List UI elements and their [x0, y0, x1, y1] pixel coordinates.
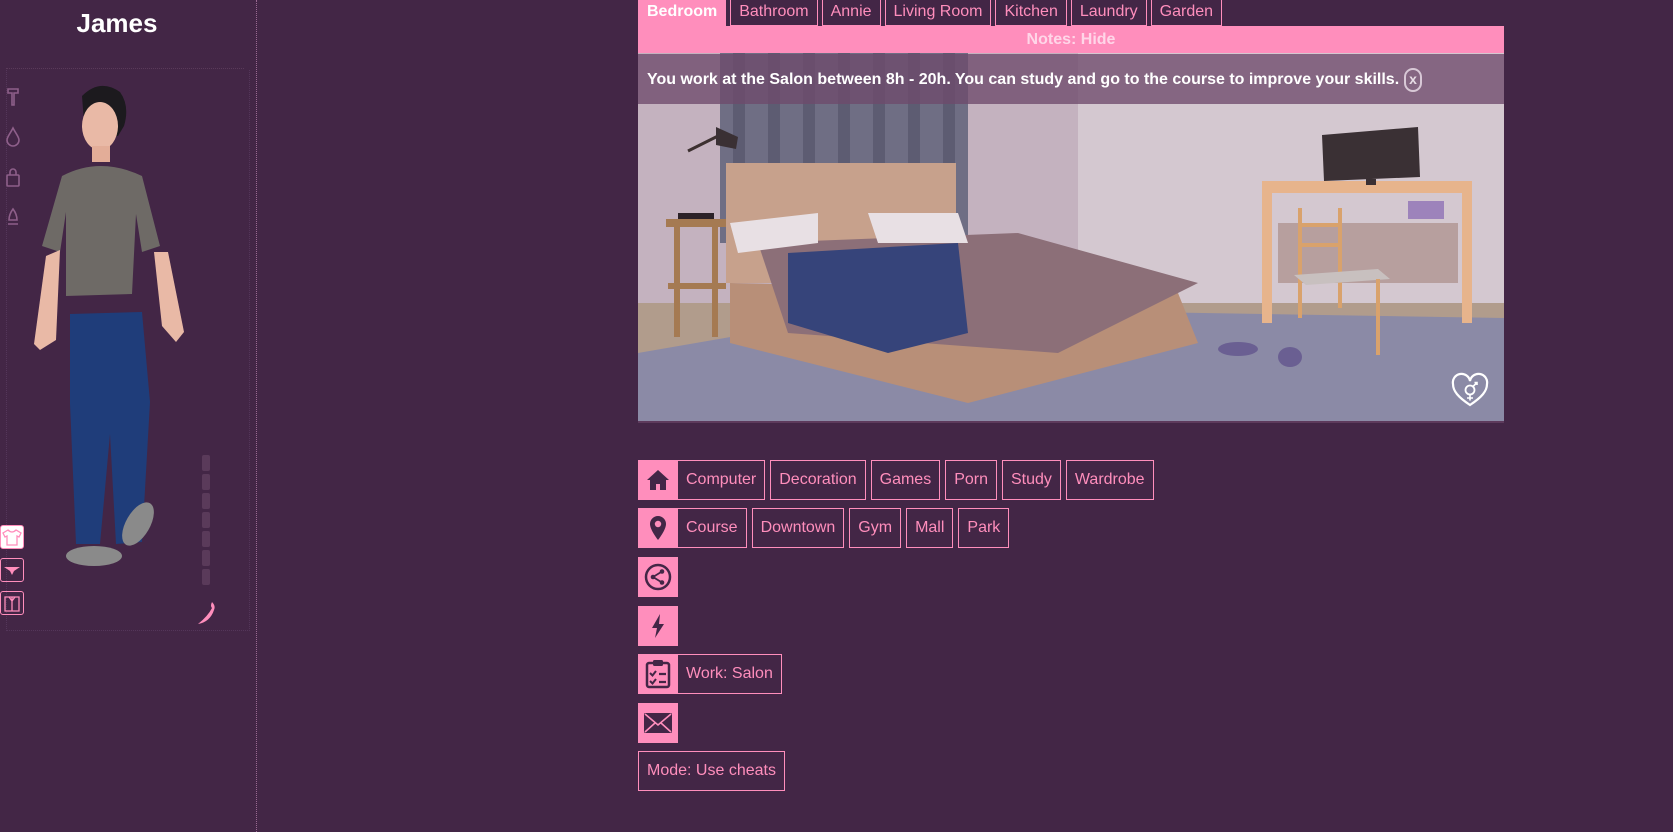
decoration-button[interactable]: Decoration [770, 460, 866, 500]
character-panel: James [0, 0, 256, 832]
info-notice: You work at the Salon between 8h - 20h. … [638, 54, 1504, 104]
share-icon[interactable] [638, 557, 678, 597]
stat-icons [2, 86, 24, 246]
porn-button[interactable]: Porn [945, 460, 997, 500]
arousal-segment [202, 474, 210, 490]
tab-bedroom[interactable]: Bedroom [638, 0, 727, 26]
razor-icon[interactable] [2, 86, 24, 108]
arousal-segment [202, 531, 210, 547]
work-row: Work: Salon [638, 654, 787, 694]
arousal-segment [202, 569, 210, 585]
arousal-segment [202, 493, 210, 509]
home-icon[interactable] [638, 460, 678, 500]
tab-annie[interactable]: Annie [821, 0, 881, 26]
gym-button[interactable]: Gym [849, 508, 902, 548]
location-tabs: Bedroom Bathroom Annie Living Room Kitch… [638, 0, 1226, 26]
tab-laundry[interactable]: Laundry [1070, 0, 1147, 26]
lightning-icon[interactable] [638, 606, 678, 646]
gender-heart-icon[interactable] [1450, 371, 1490, 411]
lock-icon[interactable] [2, 166, 24, 188]
character-name: James [76, 8, 158, 38]
wardrobe-icon[interactable] [0, 591, 24, 615]
mode-row: Mode: Use cheats [638, 751, 790, 791]
mode-cheats-button[interactable]: Mode: Use cheats [638, 751, 785, 791]
location-actions-row: Course Downtown Gym Mall Park [638, 508, 1014, 548]
drop-icon[interactable] [2, 126, 24, 148]
course-button[interactable]: Course [678, 508, 747, 548]
energy-row [638, 606, 678, 646]
scene-image [638, 53, 1504, 423]
arousal-meter [202, 455, 210, 595]
tab-kitchen[interactable]: Kitchen [995, 0, 1067, 26]
arousal-segment [202, 512, 210, 528]
tab-living-room[interactable]: Living Room [884, 0, 992, 26]
plug-icon[interactable] [2, 206, 24, 228]
clipboard-checklist-icon[interactable] [638, 654, 678, 694]
pepper-icon [198, 602, 215, 624]
wardrobe-button[interactable]: Wardrobe [1065, 460, 1154, 500]
clothing-controls [0, 525, 24, 624]
envelope-icon[interactable] [638, 703, 678, 743]
study-button[interactable]: Study [1002, 460, 1061, 500]
notice-close-button[interactable]: x [1404, 68, 1422, 92]
tab-garden[interactable]: Garden [1150, 0, 1223, 26]
shirt-icon[interactable] [0, 525, 24, 549]
park-button[interactable]: Park [958, 508, 1010, 548]
underwear-icon[interactable] [0, 558, 24, 582]
games-button[interactable]: Games [870, 460, 941, 500]
tab-bathroom[interactable]: Bathroom [730, 0, 818, 26]
work-salon-button[interactable]: Work: Salon [678, 654, 782, 694]
location-pin-icon[interactable] [638, 508, 678, 548]
panel-divider [256, 0, 257, 832]
social-row [638, 557, 678, 597]
mail-row [638, 703, 678, 743]
notice-text: You work at the Salon between 8h - 20h. … [647, 71, 1400, 88]
character-figure [34, 85, 184, 566]
computer-button[interactable]: Computer [678, 460, 766, 500]
name-divider [6, 68, 244, 69]
arousal-segment [202, 550, 210, 566]
notes-toggle[interactable]: Notes: Hide [638, 26, 1504, 53]
downtown-button[interactable]: Downtown [751, 508, 845, 548]
mall-button[interactable]: Mall [906, 508, 954, 548]
arousal-segment [202, 455, 210, 471]
home-actions-row: Computer Decoration Games Porn Study War… [638, 460, 1159, 500]
